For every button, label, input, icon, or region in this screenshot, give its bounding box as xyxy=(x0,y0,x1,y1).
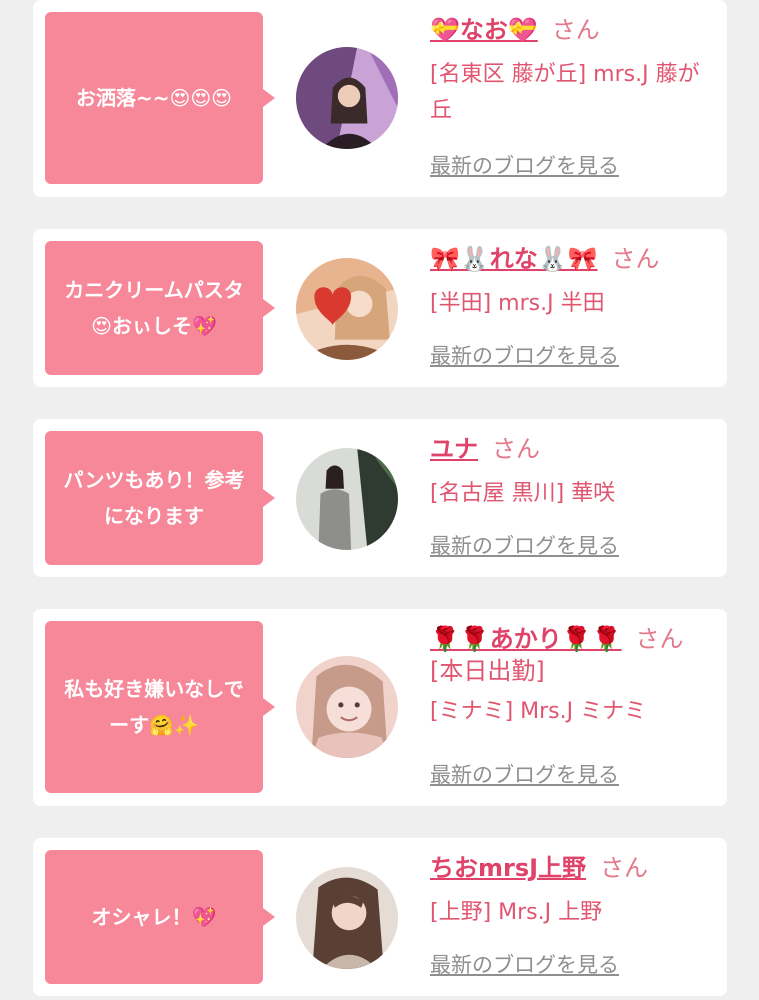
honorific: さん xyxy=(611,245,660,273)
name-line: 🎀🐰れな🐰🎀 さん xyxy=(430,243,708,275)
comment-card: パンツもあり！参考になります ユナ さん [名古屋 黒川] 華咲 最新のブログを見… xyxy=(33,419,727,577)
avatar[interactable] xyxy=(296,867,398,969)
latest-blog-link[interactable]: 最新のブログを見る xyxy=(430,761,619,789)
honorific: さん xyxy=(600,854,649,882)
name-line: ユナ さん xyxy=(430,433,708,465)
honorific: さん xyxy=(551,16,600,44)
cast-name-link[interactable]: ユナ xyxy=(430,435,478,463)
cast-name-link[interactable]: 🎀🐰れな🐰🎀 xyxy=(430,245,598,273)
shop-label: [名古屋 黒川] 華咲 xyxy=(430,481,616,506)
shop-label: [ミナミ] Mrs.J ミナミ xyxy=(430,699,647,724)
latest-blog-link[interactable]: 最新のブログを見る xyxy=(430,342,619,370)
avatar-image xyxy=(296,258,398,360)
comment-bubble: 私も好き嫌いなしでーす🤗✨ xyxy=(45,621,275,793)
comment-bubble: カニクリームパスタ😍おぃしそ💖 xyxy=(45,241,275,375)
name-line: 💝なお💝 さん xyxy=(430,14,708,46)
name-line: 🌹🌹あかり🌹🌹 さん [本日出勤] xyxy=(430,623,708,687)
avatar-image xyxy=(296,448,398,550)
cast-name-link[interactable]: 🌹🌹あかり🌹🌹 xyxy=(430,625,622,653)
comment-text: カニクリームパスタ😍おぃしそ💖 xyxy=(64,278,244,338)
shop-label: [半田] mrs.J 半田 xyxy=(430,291,605,316)
blog-comment-list: お洒落~~😍😍😍 💝なお💝 さん [名東区 藤が丘] mrs.J 藤が丘 最新のブ… xyxy=(0,0,759,1000)
avatar[interactable] xyxy=(296,258,398,360)
comment-card: カニクリームパスタ😍おぃしそ💖 🎀🐰れな🐰🎀 さん [半田] mrs.J 半田 最… xyxy=(33,229,727,387)
status-label: [本日出勤] xyxy=(430,657,545,685)
comment-text: オシャレ！💖 xyxy=(91,905,217,929)
comment-text: お洒落~~😍😍😍 xyxy=(75,86,233,110)
shop-label: [上野] Mrs.J 上野 xyxy=(430,900,603,925)
name-line: ちおmrsJ上野 さん xyxy=(430,852,708,884)
avatar[interactable] xyxy=(296,47,398,149)
avatar-image xyxy=(296,656,398,758)
cast-name-link[interactable]: ちおmrsJ上野 xyxy=(430,854,586,882)
shop-label: [名東区 藤が丘] mrs.J 藤が丘 xyxy=(430,62,700,123)
honorific: さん xyxy=(635,625,684,653)
comment-bubble: パンツもあり！参考になります xyxy=(45,431,275,565)
comment-text: 私も好き嫌いなしでーす🤗✨ xyxy=(64,677,244,737)
avatar[interactable] xyxy=(296,656,398,758)
cast-name-link[interactable]: 💝なお💝 xyxy=(430,16,538,44)
comment-bubble: オシャレ！💖 xyxy=(45,850,275,984)
comment-card: 私も好き嫌いなしでーす🤗✨ 🌹🌹あかり🌹🌹 さん [本日出勤] [ミナミ] Mrs.… xyxy=(33,609,727,806)
latest-blog-link[interactable]: 最新のブログを見る xyxy=(430,152,619,180)
comment-bubble: お洒落~~😍😍😍 xyxy=(45,12,275,184)
avatar-image xyxy=(296,867,398,969)
latest-blog-link[interactable]: 最新のブログを見る xyxy=(430,951,619,979)
comment-card: オシャレ！💖 ちおmrsJ上野 さん [上野] Mrs.J 上野 最新のブログを見… xyxy=(33,838,727,996)
latest-blog-link[interactable]: 最新のブログを見る xyxy=(430,532,619,560)
avatar[interactable] xyxy=(296,448,398,550)
comment-text: パンツもあり！参考になります xyxy=(63,468,245,528)
honorific: さん xyxy=(492,435,540,463)
comment-card: お洒落~~😍😍😍 💝なお💝 さん [名東区 藤が丘] mrs.J 藤が丘 最新のブ… xyxy=(33,0,727,197)
avatar-image xyxy=(296,47,398,149)
